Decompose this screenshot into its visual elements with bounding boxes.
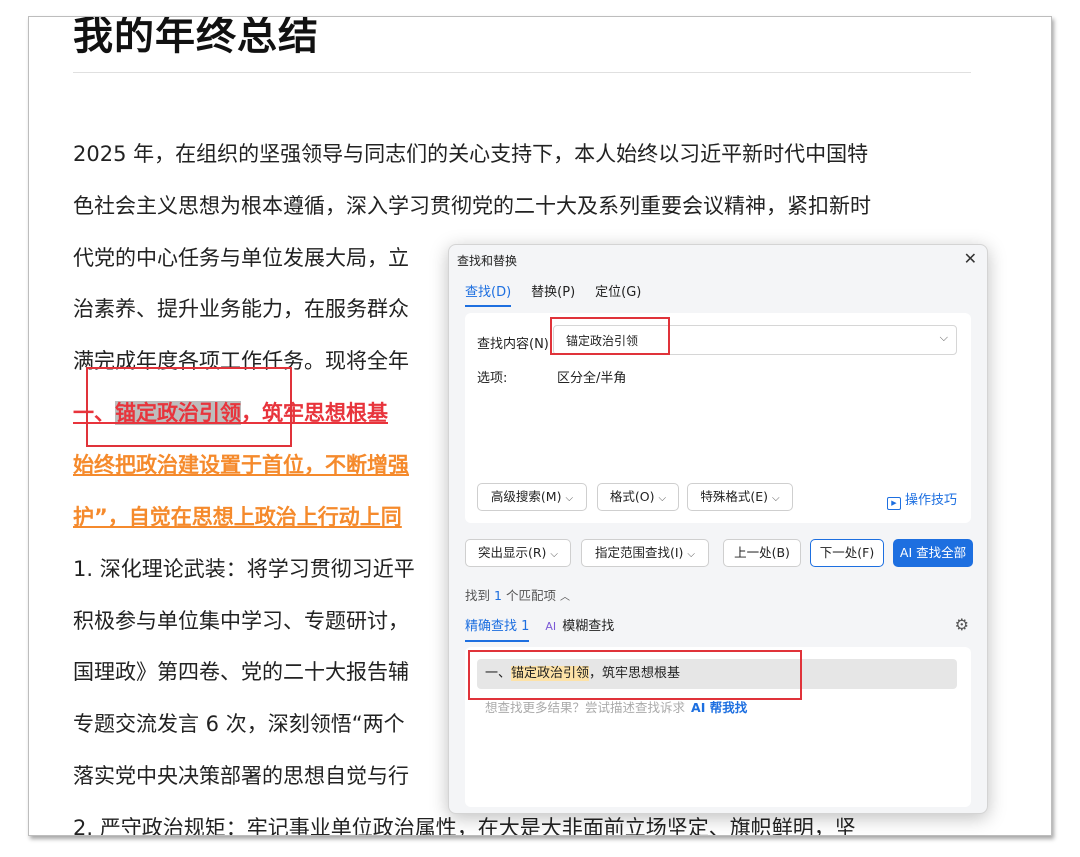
previous-button[interactable]: 上一处(B): [723, 539, 801, 567]
orange-line-1: 始终把政治建设置于首位，不断增强: [73, 453, 409, 477]
chevron-down-icon: ⌵: [550, 549, 559, 560]
play-icon: ▶: [886, 497, 901, 510]
paragraph-line-1: 2025 年，在组织的坚强领导与同志们的关心支持下，本人始终以习近平新时代中国特: [73, 142, 869, 166]
range-search-button[interactable]: 指定范围查找(I) ⌵: [581, 539, 709, 567]
highlight-button[interactable]: 突出显示(R) ⌵: [465, 539, 571, 567]
options-value: 区分全/半角: [557, 371, 627, 386]
body-line-3: 国理政》第四卷、党的二十大报告辅: [73, 660, 409, 684]
next-button[interactable]: 下一处(F): [810, 539, 884, 567]
title-divider: [73, 72, 971, 73]
chevron-up-icon: ︿: [559, 592, 570, 603]
find-replace-dialog: 查找和替换 ✕ 查找(D) 替换(P) 定位(G) 查找内容(N) 锚定政治引领…: [448, 244, 988, 814]
find-panel: 查找内容(N) 锚定政治引领 ⌵ 选项: 区分全/半角 高级搜索(M) ⌵ 格式(…: [465, 313, 971, 523]
body-line-5: 落实党中央决策部署的思想自觉与行: [73, 764, 409, 788]
dialog-tabs: 查找(D) 替换(P) 定位(G): [465, 281, 641, 307]
ai-find-all-button[interactable]: AI 查找全部: [893, 539, 973, 567]
advanced-search-button[interactable]: 高级搜索(M) ⌵: [477, 483, 587, 511]
operation-tips-link[interactable]: ▶ 操作技巧: [886, 489, 957, 510]
result-subtabs: 精确查找 1 AI 模糊查找: [465, 615, 614, 642]
chevron-down-icon[interactable]: ⌵: [940, 331, 948, 345]
body-line-1: 1. 深化理论武装：将学习贯彻习近平: [73, 557, 415, 581]
ai-icon: AI: [545, 620, 557, 633]
chevron-down-icon: ⌵: [565, 493, 574, 504]
found-summary[interactable]: 找到 1 个匹配项 ︿: [465, 585, 570, 604]
tab-exact-search[interactable]: 精确查找 1: [465, 615, 530, 642]
tab-replace[interactable]: 替换(P): [531, 281, 575, 307]
tab-find[interactable]: 查找(D): [465, 281, 512, 307]
special-format-button[interactable]: 特殊格式(E) ⌵: [687, 483, 793, 511]
orange-line-2: 护”，自觉在思想上政治上行动上同: [73, 505, 402, 529]
body-line-2: 积极参与单位集中学习、专题研讨，: [73, 609, 409, 633]
annotation-box-find-input: [550, 317, 670, 355]
ai-help-link[interactable]: AI 帮我找: [691, 700, 747, 715]
paragraph-line-3: 代党的中心任务与单位发展大局，立: [73, 246, 409, 270]
find-content-label: 查找内容(N): [477, 337, 549, 352]
annotation-box-result: [468, 650, 802, 700]
chevron-down-icon: ⌵: [687, 549, 696, 560]
found-count: 1: [494, 588, 502, 603]
body-line-6: 2. 严守政治规矩：牢记事业单位政治属性，在大是大非面前立场坚定、旗帜鲜明，坚: [73, 816, 856, 836]
document-title: 我的年终总结: [73, 16, 319, 59]
chevron-down-icon: ⌵: [658, 493, 667, 504]
dialog-title: 查找和替换: [457, 254, 518, 268]
format-button[interactable]: 格式(O) ⌵: [597, 483, 679, 511]
tab-fuzzy-search[interactable]: AI 模糊查找: [545, 615, 614, 642]
paragraph-line-4: 治素养、提升业务能力，在服务群众: [73, 297, 409, 321]
annotation-box-document: [86, 367, 292, 447]
options-label: 选项:: [477, 371, 508, 386]
chevron-down-icon: ⌵: [772, 493, 780, 504]
tab-goto[interactable]: 定位(G): [595, 281, 641, 307]
paragraph-line-2: 色社会主义思想为根本遵循，深入学习贯彻党的二十大及系列重要会议精神，紧扣新时: [73, 194, 871, 218]
body-line-4: 专题交流发言 6 次，深刻领悟“两个: [73, 712, 405, 736]
close-icon[interactable]: ✕: [964, 249, 977, 268]
gear-icon[interactable]: ⚙: [955, 615, 969, 634]
